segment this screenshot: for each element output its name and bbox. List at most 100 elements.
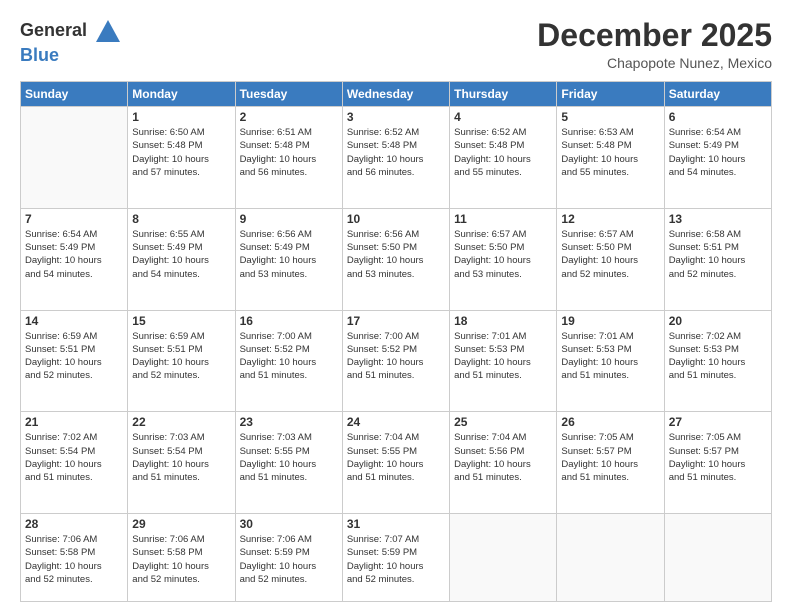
table-row: 1 Sunrise: 6:50 AMSunset: 5:48 PMDaylight… xyxy=(128,107,235,209)
logo-general: General xyxy=(20,20,87,40)
cell-info: Sunrise: 6:51 AMSunset: 5:48 PMDaylight:… xyxy=(240,126,338,179)
table-row: 30 Sunrise: 7:06 AMSunset: 5:59 PMDayligh… xyxy=(235,513,342,601)
col-thursday: Thursday xyxy=(450,82,557,107)
day-number: 17 xyxy=(347,314,445,328)
cell-info: Sunrise: 6:57 AMSunset: 5:50 PMDaylight:… xyxy=(561,228,659,281)
cell-info: Sunrise: 7:00 AMSunset: 5:52 PMDaylight:… xyxy=(347,330,445,383)
table-row: 9Sunrise: 6:56 AMSunset: 5:49 PMDaylight… xyxy=(235,208,342,310)
cell-info: Sunrise: 6:54 AMSunset: 5:49 PMDaylight:… xyxy=(669,126,767,179)
day-number: 10 xyxy=(347,212,445,226)
cell-info: Sunrise: 6:59 AMSunset: 5:51 PMDaylight:… xyxy=(25,330,123,383)
table-row: 7 Sunrise: 6:54 AMSunset: 5:49 PMDaylight… xyxy=(21,208,128,310)
table-row: 6 Sunrise: 6:54 AMSunset: 5:49 PMDaylight… xyxy=(664,107,771,209)
table-row: 17 Sunrise: 7:00 AMSunset: 5:52 PMDayligh… xyxy=(342,310,449,412)
calendar: Sunday Monday Tuesday Wednesday Thursday… xyxy=(20,81,772,602)
col-saturday: Saturday xyxy=(664,82,771,107)
table-row: 26Sunrise: 7:05 AMSunset: 5:57 PMDayligh… xyxy=(557,412,664,514)
day-number: 21 xyxy=(25,415,123,429)
table-row: 8Sunrise: 6:55 AMSunset: 5:49 PMDaylight… xyxy=(128,208,235,310)
day-number: 22 xyxy=(132,415,230,429)
month-year: December 2025 xyxy=(537,18,772,53)
table-row xyxy=(450,513,557,601)
day-number: 1 xyxy=(132,110,230,124)
table-row: 5 Sunrise: 6:53 AMSunset: 5:48 PMDaylight… xyxy=(557,107,664,209)
table-row xyxy=(21,107,128,209)
cell-info: Sunrise: 7:02 AMSunset: 5:54 PMDaylight:… xyxy=(25,431,123,484)
cell-info: Sunrise: 6:57 AMSunset: 5:50 PMDaylight:… xyxy=(454,228,552,281)
table-row: 19 Sunrise: 7:01 AMSunset: 5:53 PMDayligh… xyxy=(557,310,664,412)
logo-text: General xyxy=(20,18,122,46)
cell-info: Sunrise: 7:06 AMSunset: 5:58 PMDaylight:… xyxy=(132,533,230,586)
cell-info: Sunrise: 6:58 AMSunset: 5:51 PMDaylight:… xyxy=(669,228,767,281)
day-number: 13 xyxy=(669,212,767,226)
day-number: 14 xyxy=(25,314,123,328)
cell-info: Sunrise: 6:52 AMSunset: 5:48 PMDaylight:… xyxy=(347,126,445,179)
day-number: 30 xyxy=(240,517,338,531)
cell-info: Sunrise: 7:03 AMSunset: 5:54 PMDaylight:… xyxy=(132,431,230,484)
table-row: 16Sunrise: 7:00 AMSunset: 5:52 PMDayligh… xyxy=(235,310,342,412)
day-number: 25 xyxy=(454,415,552,429)
day-number: 20 xyxy=(669,314,767,328)
page: General Blue December 2025 Chapopote Nun… xyxy=(0,0,792,612)
day-number: 18 xyxy=(454,314,552,328)
day-number: 12 xyxy=(561,212,659,226)
table-row: 3Sunrise: 6:52 AMSunset: 5:48 PMDaylight… xyxy=(342,107,449,209)
table-row: 24 Sunrise: 7:04 AMSunset: 5:55 PMDayligh… xyxy=(342,412,449,514)
table-row: 27Sunrise: 7:05 AMSunset: 5:57 PMDayligh… xyxy=(664,412,771,514)
cell-info: Sunrise: 7:02 AMSunset: 5:53 PMDaylight:… xyxy=(669,330,767,383)
table-row xyxy=(557,513,664,601)
cell-info: Sunrise: 7:01 AMSunset: 5:53 PMDaylight:… xyxy=(454,330,552,383)
table-row: 10Sunrise: 6:56 AMSunset: 5:50 PMDayligh… xyxy=(342,208,449,310)
col-friday: Friday xyxy=(557,82,664,107)
cell-info: Sunrise: 6:56 AMSunset: 5:49 PMDaylight:… xyxy=(240,228,338,281)
table-row: 12 Sunrise: 6:57 AMSunset: 5:50 PMDayligh… xyxy=(557,208,664,310)
location: Chapopote Nunez, Mexico xyxy=(537,55,772,71)
cell-info: Sunrise: 7:03 AMSunset: 5:55 PMDaylight:… xyxy=(240,431,338,484)
day-number: 4 xyxy=(454,110,552,124)
cell-info: Sunrise: 7:01 AMSunset: 5:53 PMDaylight:… xyxy=(561,330,659,383)
day-number: 15 xyxy=(132,314,230,328)
table-row: 29 Sunrise: 7:06 AMSunset: 5:58 PMDayligh… xyxy=(128,513,235,601)
cell-info: Sunrise: 6:50 AMSunset: 5:48 PMDaylight:… xyxy=(132,126,230,179)
day-number: 19 xyxy=(561,314,659,328)
table-row: 14 Sunrise: 6:59 AMSunset: 5:51 PMDayligh… xyxy=(21,310,128,412)
table-row: 20 Sunrise: 7:02 AMSunset: 5:53 PMDayligh… xyxy=(664,310,771,412)
logo: General Blue xyxy=(20,18,122,66)
logo-blue: Blue xyxy=(20,45,59,65)
cell-info: Sunrise: 6:55 AMSunset: 5:49 PMDaylight:… xyxy=(132,228,230,281)
table-row: 23 Sunrise: 7:03 AMSunset: 5:55 PMDayligh… xyxy=(235,412,342,514)
day-number: 5 xyxy=(561,110,659,124)
table-row: 25Sunrise: 7:04 AMSunset: 5:56 PMDayligh… xyxy=(450,412,557,514)
day-number: 23 xyxy=(240,415,338,429)
day-number: 28 xyxy=(25,517,123,531)
day-number: 24 xyxy=(347,415,445,429)
table-row: 13 Sunrise: 6:58 AMSunset: 5:51 PMDayligh… xyxy=(664,208,771,310)
table-row: 2 Sunrise: 6:51 AMSunset: 5:48 PMDaylight… xyxy=(235,107,342,209)
cell-info: Sunrise: 7:05 AMSunset: 5:57 PMDaylight:… xyxy=(669,431,767,484)
col-monday: Monday xyxy=(128,82,235,107)
title-section: December 2025 Chapopote Nunez, Mexico xyxy=(537,18,772,71)
cell-info: Sunrise: 6:52 AMSunset: 5:48 PMDaylight:… xyxy=(454,126,552,179)
day-number: 2 xyxy=(240,110,338,124)
day-number: 16 xyxy=(240,314,338,328)
cell-info: Sunrise: 7:06 AMSunset: 5:58 PMDaylight:… xyxy=(25,533,123,586)
table-row: 22 Sunrise: 7:03 AMSunset: 5:54 PMDayligh… xyxy=(128,412,235,514)
table-row: 28 Sunrise: 7:06 AMSunset: 5:58 PMDayligh… xyxy=(21,513,128,601)
day-number: 7 xyxy=(25,212,123,226)
table-row: 21 Sunrise: 7:02 AMSunset: 5:54 PMDayligh… xyxy=(21,412,128,514)
col-sunday: Sunday xyxy=(21,82,128,107)
cell-info: Sunrise: 7:06 AMSunset: 5:59 PMDaylight:… xyxy=(240,533,338,586)
day-number: 11 xyxy=(454,212,552,226)
cell-info: Sunrise: 7:04 AMSunset: 5:55 PMDaylight:… xyxy=(347,431,445,484)
day-number: 29 xyxy=(132,517,230,531)
table-row: 31Sunrise: 7:07 AMSunset: 5:59 PMDayligh… xyxy=(342,513,449,601)
table-row: 15 Sunrise: 6:59 AMSunset: 5:51 PMDayligh… xyxy=(128,310,235,412)
day-number: 6 xyxy=(669,110,767,124)
col-wednesday: Wednesday xyxy=(342,82,449,107)
col-tuesday: Tuesday xyxy=(235,82,342,107)
cell-info: Sunrise: 6:54 AMSunset: 5:49 PMDaylight:… xyxy=(25,228,123,281)
table-row: 11 Sunrise: 6:57 AMSunset: 5:50 PMDayligh… xyxy=(450,208,557,310)
cell-info: Sunrise: 6:53 AMSunset: 5:48 PMDaylight:… xyxy=(561,126,659,179)
cell-info: Sunrise: 6:59 AMSunset: 5:51 PMDaylight:… xyxy=(132,330,230,383)
day-number: 26 xyxy=(561,415,659,429)
